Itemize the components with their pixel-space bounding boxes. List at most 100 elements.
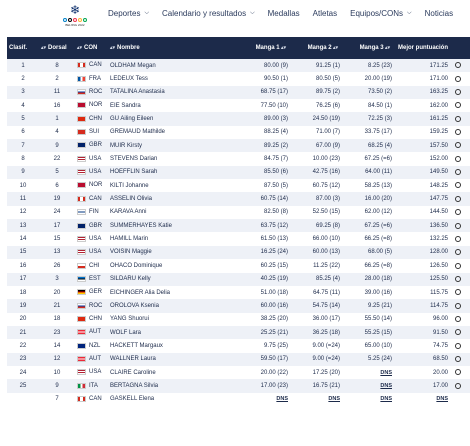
run2-score: 52.50 (15) — [312, 209, 340, 216]
run3-score: 84.50 (1) — [367, 102, 392, 109]
info-icon[interactable] — [455, 102, 461, 109]
noc-cell: USA — [75, 232, 108, 245]
info-icon[interactable] — [455, 235, 461, 242]
nav-calendario[interactable]: Calendario y resultados ⌵ — [162, 9, 255, 18]
header-name[interactable]: ▴▾ Nombre — [108, 37, 244, 59]
rank-cell: 4 — [21, 102, 25, 109]
info-icon[interactable] — [455, 209, 461, 216]
athlete-name[interactable]: YANG Shuorui — [108, 313, 244, 326]
info-icon[interactable] — [455, 195, 461, 202]
run2-score: 42.75 (16) — [312, 169, 340, 176]
info-icon[interactable] — [455, 275, 461, 282]
header-bib[interactable]: ▴▾ Dorsal — [39, 37, 75, 59]
run1-score: 25.25 (21) — [260, 329, 288, 336]
athlete-name[interactable]: TATALINA Anastasia — [108, 86, 244, 99]
info-icon[interactable] — [455, 262, 461, 269]
info-icon[interactable] — [455, 382, 461, 389]
info-icon[interactable] — [455, 355, 461, 362]
flag-icon — [77, 222, 86, 229]
athlete-name[interactable]: WOLF Lara — [108, 326, 244, 339]
info-icon[interactable] — [455, 75, 461, 82]
athlete-name[interactable]: EIE Sandra — [108, 99, 244, 112]
header-run2[interactable]: Manga 2 ▴▾ — [290, 37, 342, 59]
run1-score: 77.50 (10) — [260, 102, 288, 109]
run3-score: 73.50 (2) — [367, 89, 392, 96]
athlete-name[interactable]: GU Ailing Eileen — [108, 112, 244, 125]
header-rank[interactable]: Clasif. — [7, 37, 39, 59]
athlete-name[interactable]: SUMMERHAYES Katie — [108, 219, 244, 232]
run1-score: 90.50 (1) — [263, 76, 288, 83]
chevron-down-icon: ⌵ — [144, 10, 150, 16]
athlete-name[interactable]: HACKETT Margaux — [108, 339, 244, 352]
athlete-name[interactable]: CLAIRE Caroline — [108, 366, 244, 379]
info-icon[interactable] — [455, 329, 461, 336]
info-icon[interactable] — [455, 169, 461, 176]
info-cell — [450, 179, 470, 192]
athlete-name[interactable]: OLDHAM Megan — [108, 59, 244, 72]
header-best[interactable]: Mejor puntuación — [394, 37, 450, 59]
info-icon[interactable] — [455, 369, 461, 376]
bib-cell: 23 — [53, 329, 61, 336]
flag-icon — [77, 169, 86, 176]
info-icon[interactable] — [455, 222, 461, 229]
info-icon[interactable] — [455, 89, 461, 96]
info-icon[interactable] — [455, 115, 461, 122]
run1-score: 51.00 (18) — [260, 289, 288, 296]
athlete-name[interactable]: GREMAUD Mathilde — [108, 126, 244, 139]
beijing-2022-logo[interactable]: ❄ BEIJING 2022 — [62, 3, 88, 31]
info-cell — [450, 259, 470, 272]
info-icon[interactable] — [455, 249, 461, 256]
athlete-name[interactable]: HAMILL Marin — [108, 232, 244, 245]
run1-score: 88.25 (4) — [263, 129, 288, 136]
info-icon[interactable] — [455, 289, 461, 296]
info-icon[interactable] — [455, 302, 461, 309]
nav-noticias[interactable]: Noticias — [425, 9, 453, 18]
athlete-name[interactable]: OROLOVA Ksenia — [108, 299, 244, 312]
athlete-name[interactable]: OHACO Dominique — [108, 259, 244, 272]
info-cell — [450, 353, 470, 366]
bib-cell: 19 — [53, 196, 61, 203]
athlete-name[interactable]: ASSELIN Olivia — [108, 192, 244, 205]
noc-cell: ROC — [75, 86, 108, 99]
noc-cell: CHI — [75, 259, 108, 272]
table-row: 2 2 FRA LEDEUX Tess 90.50 (1) 80.50 (5) 20.00 … — [7, 72, 470, 86]
athlete-name[interactable]: GASKELL Elena — [108, 393, 244, 406]
info-icon[interactable] — [455, 142, 461, 149]
header-run1[interactable]: Manga 1 ▴▾ — [244, 37, 290, 59]
nav-deportes[interactable]: Deportes ⌵ — [108, 9, 149, 18]
best-score: 161.25 — [429, 116, 448, 123]
athlete-name[interactable]: KARAVA Anni — [108, 206, 244, 219]
info-icon[interactable] — [455, 155, 461, 162]
nav-medallas-label: Medallas — [267, 9, 300, 18]
run3-score: 72.25 (3) — [367, 116, 392, 123]
athlete-name[interactable]: SILDARU Kelly — [108, 273, 244, 286]
noc-cell: GBR — [75, 219, 108, 232]
info-cell — [450, 366, 470, 379]
nav-atletas[interactable]: Atletas — [313, 9, 337, 18]
run1-score: 61.50 (13) — [260, 236, 288, 243]
bib-cell: 22 — [53, 156, 61, 163]
header-noc[interactable]: ▴▾ CON — [75, 37, 108, 59]
athlete-name[interactable]: EICHINGER Alia Delia — [108, 286, 244, 299]
info-icon[interactable] — [455, 62, 461, 69]
info-icon[interactable] — [455, 129, 461, 136]
nav-medallas[interactable]: Medallas — [268, 9, 300, 18]
info-icon[interactable] — [455, 342, 461, 349]
emblem-icon: ❄ — [69, 3, 81, 17]
best-score: 125.50 — [429, 276, 448, 283]
header-run3[interactable]: Manga 3 ▴▾ — [342, 37, 394, 59]
rank-cell: 1 — [21, 62, 25, 69]
athlete-name[interactable]: MUIR Kirsty — [108, 139, 244, 152]
rank-cell: 21 — [19, 329, 27, 336]
athlete-name[interactable]: HOEFFLIN Sarah — [108, 166, 244, 179]
athlete-name[interactable]: BERTAGNA Silvia — [108, 379, 244, 392]
info-icon[interactable] — [455, 315, 461, 322]
nav-equipos[interactable]: Equipos/CONs ⌵ — [350, 9, 411, 18]
athlete-name[interactable]: VOISIN Maggie — [108, 246, 244, 259]
athlete-name[interactable]: LEDEUX Tess — [108, 72, 244, 85]
athlete-name[interactable]: WALLNER Laura — [108, 353, 244, 366]
athlete-name[interactable]: STEVENS Darian — [108, 152, 244, 165]
athlete-name[interactable]: KILTI Johanne — [108, 179, 244, 192]
info-icon[interactable] — [455, 182, 461, 189]
flag-icon — [77, 235, 86, 242]
